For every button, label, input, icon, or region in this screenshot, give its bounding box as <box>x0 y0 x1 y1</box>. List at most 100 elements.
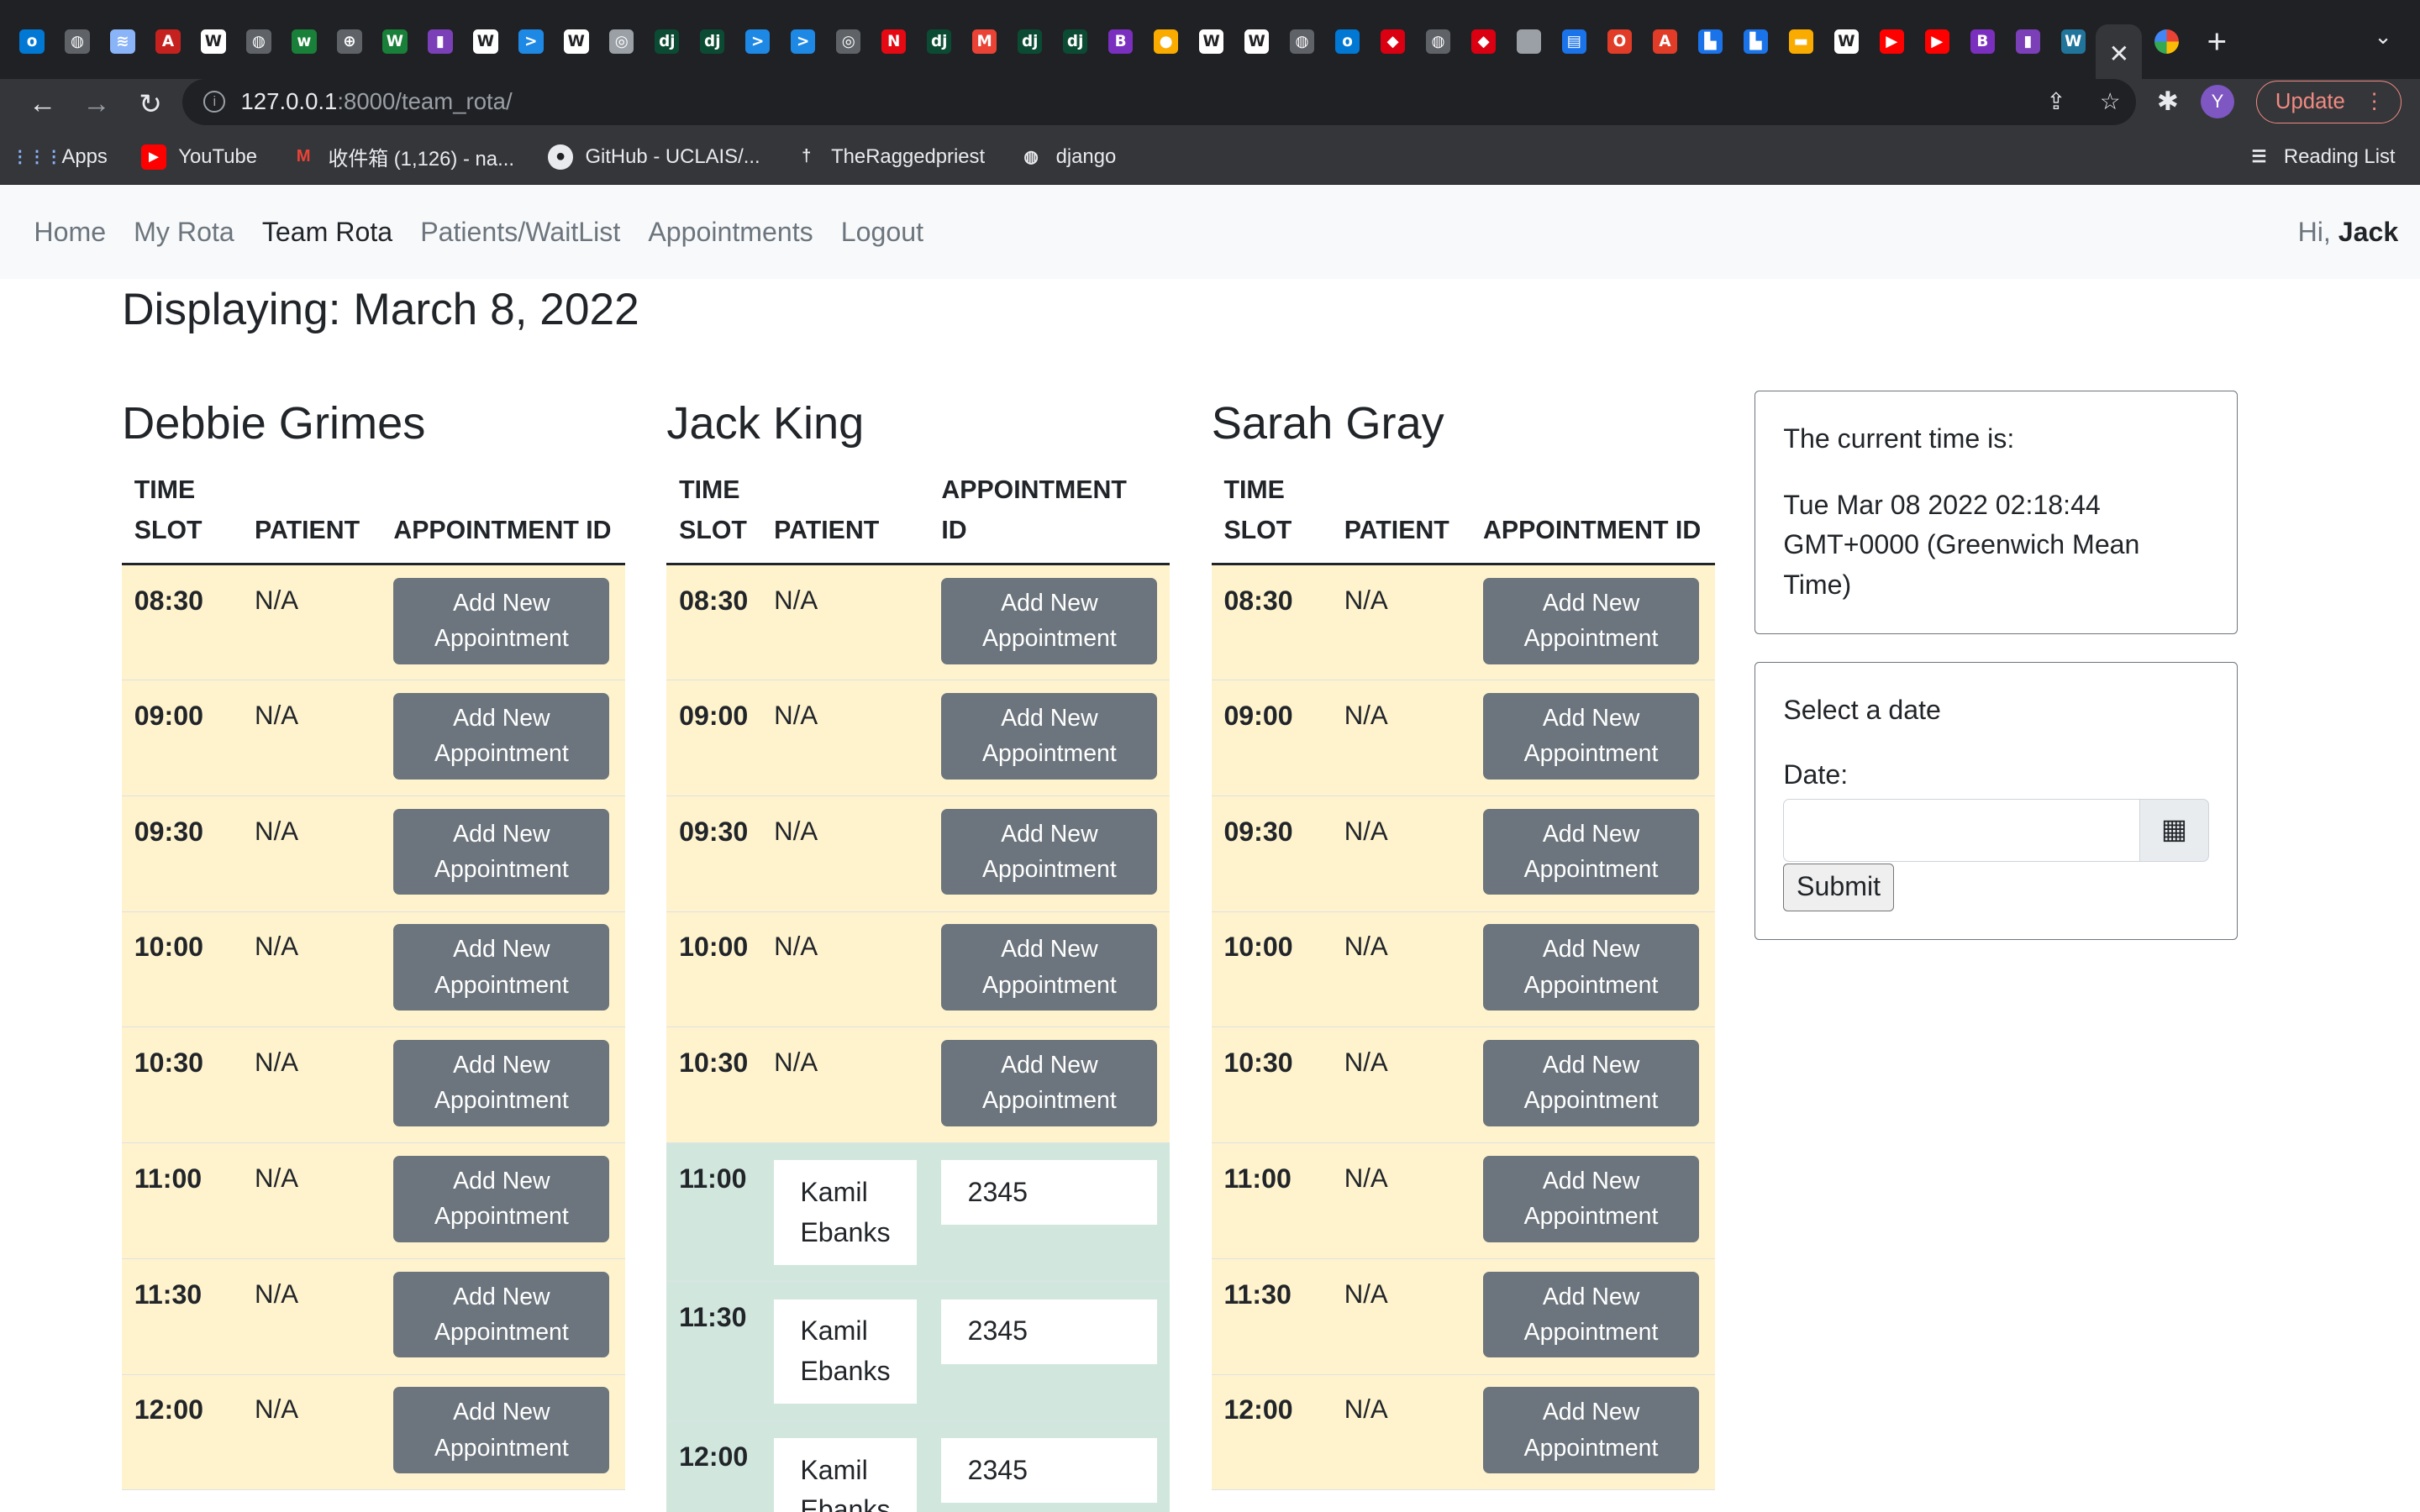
add-appointment-button[interactable]: Add New Appointment <box>1482 924 1700 1011</box>
url-text[interactable]: 127.0.0.1:8000/team_rota/ <box>240 88 512 115</box>
tab-favicon[interactable]: ◆ <box>1370 21 1416 63</box>
tab-favicon[interactable]: W <box>1189 21 1234 63</box>
tab-favicon[interactable]: ◎ <box>599 21 644 63</box>
add-appointment-button[interactable]: Add New Appointment <box>393 1040 610 1126</box>
tab-favicon[interactable]: ◍ <box>1416 21 1461 63</box>
add-appointment-button[interactable]: Add New Appointment <box>393 1387 610 1474</box>
tab-favicon[interactable]: W <box>1823 21 1869 63</box>
tab-favicon[interactable]: ▮ <box>2005 21 2050 63</box>
tab-favicon[interactable]: M <box>962 21 1007 63</box>
bookmark-raggedpriest[interactable]: † TheRaggedpriest <box>794 144 985 169</box>
date-input[interactable] <box>1783 798 2140 862</box>
tab-favicon[interactable]: B <box>1098 21 1144 63</box>
tab-favicon[interactable]: W <box>554 21 599 63</box>
site-info-icon[interactable]: i <box>203 91 226 113</box>
add-appointment-button[interactable]: Add New Appointment <box>393 692 610 780</box>
tab-favicon[interactable]: ▬ <box>1778 21 1823 63</box>
tab-favicon[interactable]: ◆ <box>1461 21 1507 63</box>
bookmark-github[interactable]: ● GitHub - UCLAIS/... <box>548 144 760 170</box>
profile-avatar[interactable]: Y <box>2200 85 2235 119</box>
update-button[interactable]: Update ⋮ <box>2255 80 2402 123</box>
share-icon[interactable]: ⇪ <box>2046 88 2065 115</box>
tab-favicon[interactable]: > <box>735 21 781 63</box>
nav-logout[interactable]: Logout <box>841 217 923 248</box>
tab-favicon[interactable]: o <box>1325 21 1370 63</box>
back-icon[interactable]: ← <box>15 88 69 120</box>
submit-button[interactable]: Submit <box>1783 863 1894 911</box>
nav-patients-waitlist[interactable]: Patients/WaitList <box>420 217 620 248</box>
calendar-icon[interactable]: ▦ <box>2139 798 2210 862</box>
tab-favicon[interactable]: ◎ <box>826 21 871 63</box>
tab-favicon[interactable]: dj <box>917 21 962 63</box>
tab-favicon[interactable]: O <box>1597 21 1642 63</box>
add-appointment-button[interactable]: Add New Appointment <box>1482 1155 1700 1242</box>
extensions-puzzle-icon[interactable]: ✱ <box>2157 87 2179 117</box>
tab-favicon[interactable]: W <box>463 21 508 63</box>
tab-favicon[interactable] <box>1507 21 1552 63</box>
nav-my-rota[interactable]: My Rota <box>134 217 234 248</box>
tab-favicon[interactable]: ▶ <box>1914 21 1960 63</box>
tab-favicon[interactable]: ⊕ <box>327 21 372 63</box>
address-bar[interactable]: i 127.0.0.1:8000/team_rota/ ⇪ ☆ <box>182 78 2136 125</box>
add-appointment-button[interactable]: Add New Appointment <box>1482 692 1700 780</box>
tab-favicon[interactable]: W <box>191 21 236 63</box>
add-appointment-button[interactable]: Add New Appointment <box>393 1271 610 1358</box>
add-appointment-button[interactable]: Add New Appointment <box>941 924 1158 1011</box>
tab-favicon[interactable]: ▮ <box>418 21 463 63</box>
tab-favicon[interactable]: W <box>1234 21 1280 63</box>
add-appointment-button[interactable]: Add New Appointment <box>393 1155 610 1242</box>
forward-icon[interactable]: → <box>70 88 124 120</box>
reload-icon[interactable]: ↻ <box>124 87 177 121</box>
active-tab[interactable]: ✕ <box>2096 24 2143 84</box>
tab-favicon[interactable]: ▶ <box>1869 21 1914 63</box>
new-tab-icon[interactable]: + <box>2207 22 2228 61</box>
bookmark-youtube[interactable]: ▶ YouTube <box>141 144 257 170</box>
bookmark-django[interactable]: ◍ django <box>1019 144 1116 169</box>
add-appointment-button[interactable]: Add New Appointment <box>941 578 1158 664</box>
close-tab-icon[interactable]: ✕ <box>2109 39 2130 69</box>
tab-favicon[interactable]: W <box>2050 21 2096 63</box>
add-appointment-button[interactable]: Add New Appointment <box>1482 1040 1700 1126</box>
tab-favicon[interactable]: ◍ <box>1280 21 1325 63</box>
tab-favicon[interactable]: ≋ <box>100 21 145 63</box>
tab-favicon[interactable]: ● <box>1144 21 1189 63</box>
add-appointment-button[interactable]: Add New Appointment <box>393 808 610 895</box>
add-appointment-button[interactable]: Add New Appointment <box>1482 808 1700 895</box>
tab-favicon[interactable]: dj <box>1007 21 1053 63</box>
tab-favicon[interactable]: A <box>1642 21 1687 63</box>
nav-home[interactable]: Home <box>34 217 106 248</box>
nav-team-rota[interactable]: Team Rota <box>262 217 392 248</box>
tab-favicon[interactable]: o <box>9 21 55 63</box>
tab-favicon[interactable]: A <box>145 21 191 63</box>
tab-favicon[interactable]: ▙ <box>1687 21 1733 63</box>
tab-favicon[interactable]: dj <box>1053 21 1098 63</box>
reading-list[interactable]: ☰ Reading List <box>2247 144 2395 169</box>
tab-favicon[interactable]: ◍ <box>236 21 281 63</box>
tab-favicon[interactable]: ◍ <box>55 21 100 63</box>
add-appointment-button[interactable]: Add New Appointment <box>1482 1271 1700 1358</box>
add-appointment-button[interactable]: Add New Appointment <box>393 578 610 664</box>
tab-favicon[interactable]: W <box>372 21 418 63</box>
tab-favicon[interactable]: > <box>781 21 826 63</box>
add-appointment-button[interactable]: Add New Appointment <box>1482 1387 1700 1474</box>
tab-favicon[interactable]: ▙ <box>1733 21 1778 63</box>
tab-favicon[interactable]: > <box>508 21 554 63</box>
tab-search-chevron-icon[interactable]: ⌄ <box>2374 24 2392 50</box>
add-appointment-button[interactable]: Add New Appointment <box>941 692 1158 780</box>
bookmark-star-icon[interactable]: ☆ <box>2100 88 2121 115</box>
tab-favicon[interactable]: w <box>281 21 327 63</box>
add-appointment-button[interactable]: Add New Appointment <box>1482 578 1700 664</box>
tab-favicon[interactable]: B <box>1960 21 2005 63</box>
tab-favicon[interactable]: dj <box>690 21 735 63</box>
bookmark-apps[interactable]: ⋮⋮⋮ Apps <box>12 144 108 169</box>
tab-favicon[interactable]: dj <box>644 21 690 63</box>
google-tab-icon[interactable] <box>2154 29 2180 55</box>
add-appointment-button[interactable]: Add New Appointment <box>941 808 1158 895</box>
tab-favicon[interactable]: N <box>871 21 917 63</box>
tab-favicon[interactable]: ▤ <box>1551 21 1597 63</box>
kebab-menu-icon[interactable]: ⋮ <box>2364 89 2386 114</box>
nav-appointments[interactable]: Appointments <box>648 217 813 248</box>
add-appointment-button[interactable]: Add New Appointment <box>941 1040 1158 1126</box>
bookmark-gmail[interactable]: M 收件箱 (1,126) - na... <box>291 142 514 171</box>
add-appointment-button[interactable]: Add New Appointment <box>393 924 610 1011</box>
